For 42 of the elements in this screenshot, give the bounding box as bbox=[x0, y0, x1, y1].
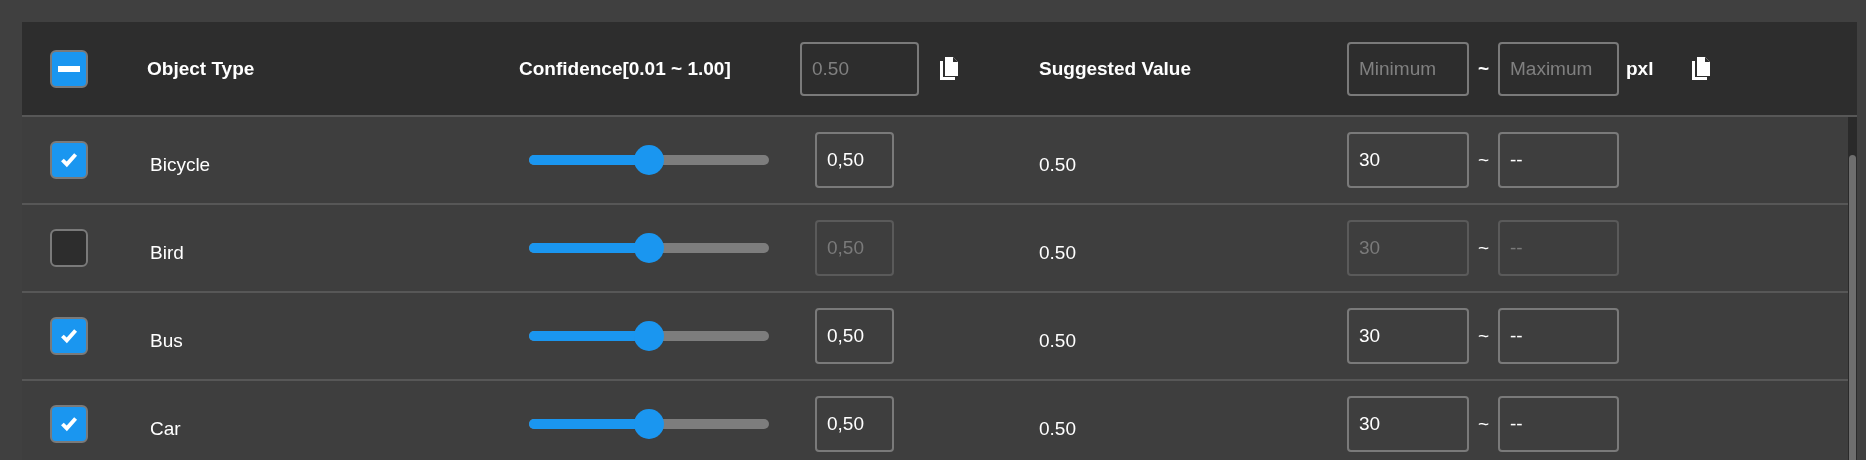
confidence-input[interactable]: 0,50 bbox=[815, 396, 894, 452]
column-header: Object Type bbox=[146, 57, 256, 80]
confidence-slider[interactable] bbox=[529, 233, 769, 263]
maximum-input[interactable]: -- bbox=[1498, 132, 1619, 188]
object-type-name: Car bbox=[149, 417, 182, 440]
suggested-value: 0.50 bbox=[1039, 153, 1077, 176]
object-type-name: Bird bbox=[149, 241, 185, 264]
maximum-input[interactable]: -- bbox=[1498, 308, 1619, 364]
column-header: Confidence[0.01 ~ 1.00] bbox=[519, 57, 732, 80]
maximum-input[interactable]: Maximum bbox=[1498, 41, 1619, 96]
suggested-value: 0.50 bbox=[1039, 417, 1077, 440]
select-all-checkbox[interactable] bbox=[50, 49, 88, 88]
row-checkbox[interactable] bbox=[50, 405, 88, 443]
range-separator: ~ bbox=[1476, 325, 1491, 347]
minimum-input[interactable]: Minimum bbox=[1347, 41, 1469, 96]
maximum-input[interactable]: -- bbox=[1498, 396, 1619, 452]
object-type-name: Bus bbox=[149, 329, 184, 352]
confidence-slider[interactable] bbox=[529, 409, 769, 439]
unit-label: pxl bbox=[1626, 57, 1655, 80]
column-header: Suggested Value bbox=[1039, 57, 1193, 80]
minimum-input[interactable]: 30 bbox=[1347, 132, 1469, 188]
minimum-input[interactable]: 30 bbox=[1347, 396, 1469, 452]
row-checkbox[interactable] bbox=[50, 317, 88, 355]
suggested-value: 0.50 bbox=[1039, 329, 1077, 352]
confidence-input[interactable]: 0,50 bbox=[815, 308, 894, 364]
row-checkbox[interactable] bbox=[50, 229, 88, 267]
confidence-slider[interactable] bbox=[529, 145, 769, 175]
minimum-input[interactable]: 30 bbox=[1347, 308, 1469, 364]
confidence-slider[interactable] bbox=[529, 321, 769, 351]
suggested-value: 0.50 bbox=[1039, 241, 1077, 264]
row-checkbox[interactable] bbox=[50, 141, 88, 179]
copy-icon[interactable] bbox=[938, 55, 960, 82]
range-separator: ~ bbox=[1476, 57, 1491, 80]
scrollbar[interactable] bbox=[1848, 117, 1857, 460]
copy-icon[interactable] bbox=[1690, 55, 1712, 82]
object-type-name: Bicycle bbox=[149, 153, 212, 176]
range-separator: ~ bbox=[1476, 237, 1491, 259]
range-separator: ~ bbox=[1476, 149, 1491, 171]
range-separator: ~ bbox=[1476, 413, 1491, 435]
confidence-input[interactable]: 0,50 bbox=[815, 132, 894, 188]
confidence-input[interactable]: 0.50 bbox=[800, 41, 919, 96]
minus-icon bbox=[58, 65, 80, 72]
